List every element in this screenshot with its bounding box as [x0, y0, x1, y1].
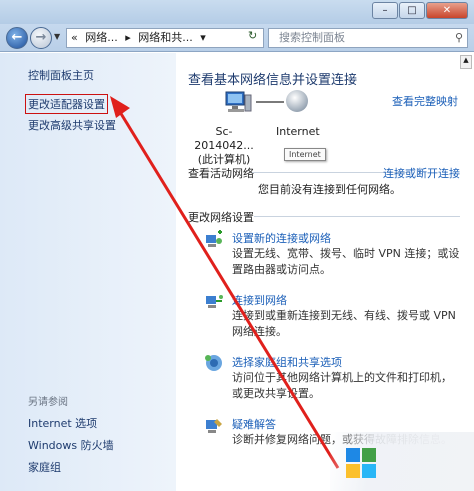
address-toolbar: ← → ▼ « 网络... ▸ 网络和共... ▾ ↻ 搜索控制面板 ⚲	[0, 24, 474, 52]
watermark	[330, 432, 474, 491]
search-placeholder: 搜索控制面板	[279, 31, 345, 44]
sidebar-item-control-panel-home[interactable]: 控制面板主页	[28, 67, 94, 83]
scroll-up-button[interactable]: ▲	[460, 55, 472, 69]
homegroup-sharing-link[interactable]: 选择家庭组和共享选项	[232, 354, 342, 370]
main-content: ▲ 查看基本网络信息并设置连接 查看完整映射 Sc-2014042... (此计…	[176, 53, 474, 491]
computer-label: Sc-2014042... (此计算机)	[192, 125, 256, 167]
window-controls: – □ ✕	[372, 2, 468, 19]
sidebar: 控制面板主页 更改适配器设置 更改高级共享设置 另请参阅 Internet 选项…	[0, 53, 176, 491]
connect-disconnect-link[interactable]: 连接或断开连接	[383, 165, 460, 181]
history-dropdown-icon[interactable]: ▼	[54, 32, 60, 41]
page-title: 查看基本网络信息并设置连接	[188, 73, 358, 88]
internet-label: Internet	[276, 125, 320, 138]
connect-network-desc: 连接到或重新连接到无线、有线、拨号或 VPN 网络连接。	[232, 309, 456, 338]
troubleshoot-icon	[206, 419, 222, 433]
sidebar-item-advanced-sharing[interactable]: 更改高级共享设置	[28, 117, 116, 133]
forward-button[interactable]: →	[30, 27, 52, 49]
no-network-message: 您目前没有连接到任何网络。	[258, 183, 401, 196]
sidebar-item-homegroup[interactable]: 家庭组	[28, 459, 61, 475]
address-dropdown-icon[interactable]: ▾	[200, 31, 206, 44]
title-bar: – □ ✕	[0, 0, 474, 24]
computer-name: Sc-2014042...	[194, 125, 254, 152]
logo-square-icon	[362, 464, 376, 478]
internet-tooltip: Internet	[284, 148, 326, 161]
active-networks-heading: 查看活动网络	[188, 167, 254, 180]
connect-network-link[interactable]: 连接到网络	[232, 292, 287, 308]
logo-square-icon	[362, 448, 376, 462]
view-full-map-link[interactable]: 查看完整映射	[392, 93, 458, 109]
breadcrumb-separator-icon[interactable]: ▸	[125, 31, 131, 44]
close-button[interactable]: ✕	[426, 2, 468, 19]
breadcrumb-network[interactable]: 网络...	[85, 31, 118, 44]
maximize-button[interactable]: □	[399, 2, 425, 19]
setup-connection-desc: 设置无线、宽带、拨号、临时 VPN 连接；或设置路由器或访问点。	[232, 247, 460, 276]
internet-globe-icon[interactable]	[286, 90, 308, 112]
minimize-button[interactable]: –	[372, 2, 398, 19]
troubleshoot-link[interactable]: 疑难解答	[232, 416, 276, 432]
connect-network-icon	[206, 295, 223, 308]
homegroup-sharing-desc: 访问位于其他网络计算机上的文件和打印机，或更改共享设置。	[232, 371, 452, 400]
sidebar-item-windows-firewall[interactable]: Windows 防火墙	[28, 437, 114, 453]
sidebar-item-internet-options[interactable]: Internet 选项	[28, 415, 97, 431]
setup-connection-link[interactable]: 设置新的连接或网络	[232, 230, 331, 246]
logo-square-icon	[346, 448, 360, 462]
homegroup-icon	[205, 355, 222, 371]
divider	[254, 216, 460, 217]
breadcrumb-network-sharing[interactable]: 网络和共...	[138, 31, 193, 44]
sidebar-item-change-adapter-settings[interactable]: 更改适配器设置	[25, 94, 108, 114]
refresh-icon[interactable]: ↻	[248, 29, 257, 42]
change-settings-heading: 更改网络设置	[188, 211, 254, 224]
logo-square-icon	[346, 464, 360, 478]
address-overflow-icon[interactable]: «	[71, 31, 78, 44]
computer-icon[interactable]	[224, 91, 252, 113]
new-connection-icon	[206, 230, 222, 247]
search-input[interactable]: 搜索控制面板 ⚲	[268, 28, 468, 48]
back-button[interactable]: ←	[6, 27, 28, 49]
see-also-heading: 另请参阅	[28, 397, 68, 408]
address-bar[interactable]: « 网络... ▸ 网络和共... ▾	[66, 28, 264, 48]
connection-line	[256, 101, 284, 103]
search-icon[interactable]: ⚲	[455, 29, 463, 47]
